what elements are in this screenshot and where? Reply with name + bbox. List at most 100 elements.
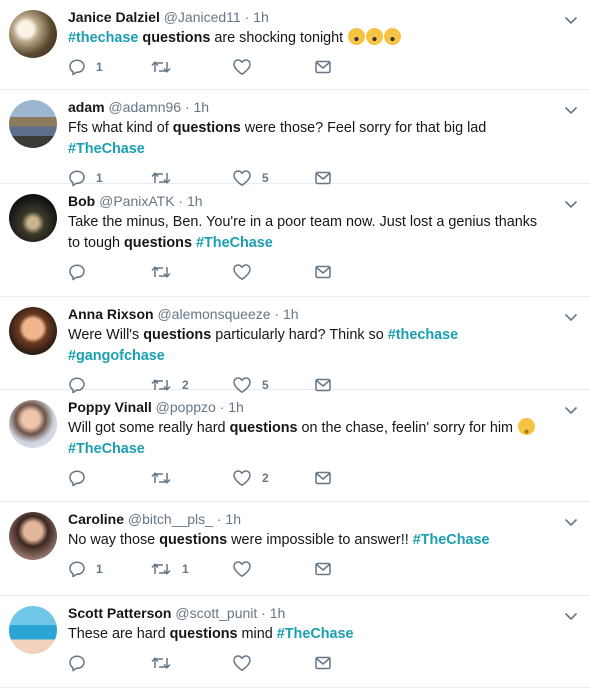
text-segment: on the chase, feelin' sorry for him: [297, 420, 518, 436]
reply-icon: [68, 560, 86, 578]
tweet[interactable]: Anna Rixson @alemonsqueeze · 1h Were Will…: [0, 297, 590, 394]
chevron-down-icon[interactable]: [564, 309, 578, 322]
username[interactable]: @alemonsqueeze: [157, 306, 270, 322]
avatar[interactable]: [9, 606, 57, 654]
scream-emoji: [348, 28, 366, 45]
display-name[interactable]: Janice Dalziel: [68, 9, 160, 25]
text-segment: mind: [237, 626, 277, 642]
retweet-button[interactable]: [150, 469, 232, 487]
like-count: 2: [262, 471, 269, 485]
tweet[interactable]: Scott Patterson @scott_punit · 1h These a…: [0, 596, 590, 688]
retweet-button[interactable]: 1: [150, 560, 232, 578]
envelope-icon: [314, 264, 332, 280]
timestamp[interactable]: 1h: [225, 511, 241, 527]
username[interactable]: @scott_punit: [175, 605, 257, 621]
hashtag-link[interactable]: #gangofchase: [68, 348, 165, 364]
hashtag-link[interactable]: #thechase: [388, 327, 458, 343]
retweet-button[interactable]: [150, 263, 232, 281]
tweet-header: Anna Rixson @alemonsqueeze · 1h: [68, 305, 550, 324]
timestamp[interactable]: 1h: [253, 9, 269, 25]
text-segment: These are hard: [68, 626, 170, 642]
avatar[interactable]: [9, 307, 57, 355]
hashtag-link[interactable]: #TheChase: [68, 441, 145, 457]
avatar[interactable]: [9, 100, 57, 148]
tweet-text: No way those questions were impossible t…: [68, 530, 550, 551]
tweet[interactable]: Janice Dalziel @Janiced11 · 1h #thechase …: [0, 0, 590, 90]
hashtag-link[interactable]: #TheChase: [68, 141, 145, 157]
retweet-icon: [150, 263, 172, 281]
like-button[interactable]: [232, 263, 314, 281]
reply-button[interactable]: 1: [68, 58, 150, 76]
hashtag-link[interactable]: #TheChase: [413, 532, 490, 548]
like-button[interactable]: 2: [232, 469, 314, 487]
like-button[interactable]: [232, 58, 314, 76]
like-button[interactable]: [232, 654, 314, 672]
display-name[interactable]: Anna Rixson: [68, 306, 154, 322]
username[interactable]: @Janiced11: [164, 9, 241, 25]
envelope-icon: [314, 655, 332, 671]
envelope-icon: [314, 59, 332, 75]
tweet[interactable]: Poppy Vinall @poppzo · 1h Will got some r…: [0, 390, 590, 502]
scream-emoji: [384, 28, 402, 45]
direct-message-button[interactable]: [314, 59, 354, 75]
tweet-text: Will got some really hard questions on t…: [68, 418, 550, 460]
text-segment: Will got some really hard: [68, 420, 230, 436]
username[interactable]: @PanixATK: [99, 193, 174, 209]
tweet-actions: [68, 653, 550, 673]
username[interactable]: @poppzo: [156, 399, 216, 415]
chevron-down-icon[interactable]: [564, 12, 578, 25]
separator-dot: ·: [215, 399, 229, 415]
tweet-actions: 1: [68, 57, 550, 77]
reply-icon: [68, 469, 86, 487]
avatar[interactable]: [9, 512, 57, 560]
reply-button[interactable]: 1: [68, 560, 150, 578]
display-name[interactable]: Poppy Vinall: [68, 399, 152, 415]
chevron-down-icon[interactable]: [564, 402, 578, 415]
reply-button[interactable]: [68, 263, 150, 281]
tweet-actions: 11: [68, 559, 550, 579]
reply-count: 1: [96, 562, 103, 576]
direct-message-button[interactable]: [314, 470, 354, 486]
timestamp[interactable]: 1h: [228, 399, 244, 415]
chevron-down-icon[interactable]: [564, 608, 578, 621]
timestamp[interactable]: 1h: [194, 99, 210, 115]
hashtag-link[interactable]: #thechase: [68, 30, 138, 46]
like-button[interactable]: [232, 560, 314, 578]
retweet-button[interactable]: [150, 58, 232, 76]
keyword-highlight: questions: [143, 327, 212, 343]
hashtag-link[interactable]: #TheChase: [196, 235, 273, 251]
chevron-down-icon[interactable]: [564, 514, 578, 527]
username[interactable]: @bitch__pls_: [128, 511, 213, 527]
avatar[interactable]: [9, 400, 57, 448]
display-name[interactable]: Caroline: [68, 511, 124, 527]
reply-button[interactable]: [68, 469, 150, 487]
direct-message-button[interactable]: [314, 561, 354, 577]
text-segment: No way those: [68, 532, 160, 548]
tweet-actions: [68, 262, 550, 282]
reply-icon: [68, 58, 86, 76]
tweet[interactable]: Caroline @bitch__pls_ · 1h No way those q…: [0, 502, 590, 596]
direct-message-button[interactable]: [314, 264, 354, 280]
direct-message-button[interactable]: [314, 655, 354, 671]
retweet-button[interactable]: [150, 654, 232, 672]
timestamp[interactable]: 1h: [270, 605, 286, 621]
username[interactable]: @adamn96: [108, 99, 181, 115]
timestamp[interactable]: 1h: [283, 306, 299, 322]
keyword-highlight: questions: [159, 532, 228, 548]
tweet-header: Janice Dalziel @Janiced11 · 1h: [68, 8, 550, 27]
tweet-timeline: Janice Dalziel @Janiced11 · 1h #thechase …: [0, 0, 590, 688]
hashtag-link[interactable]: #TheChase: [277, 626, 354, 642]
display-name[interactable]: Scott Patterson: [68, 605, 171, 621]
avatar[interactable]: [9, 194, 57, 242]
chevron-down-icon[interactable]: [564, 196, 578, 209]
text-segment: Were Will's: [68, 327, 144, 343]
avatar[interactable]: [9, 10, 57, 58]
timestamp[interactable]: 1h: [187, 193, 203, 209]
tweet[interactable]: Bob @PanixATK · 1h Take the minus, Ben. Y…: [0, 184, 590, 297]
tweet-text: These are hard questions mind #TheChase: [68, 624, 550, 645]
tweet[interactable]: adam @adamn96 · 1h Ffs what kind of quest…: [0, 90, 590, 187]
display-name[interactable]: Bob: [68, 193, 95, 209]
display-name[interactable]: adam: [68, 99, 105, 115]
chevron-down-icon[interactable]: [564, 102, 578, 115]
reply-button[interactable]: [68, 654, 150, 672]
